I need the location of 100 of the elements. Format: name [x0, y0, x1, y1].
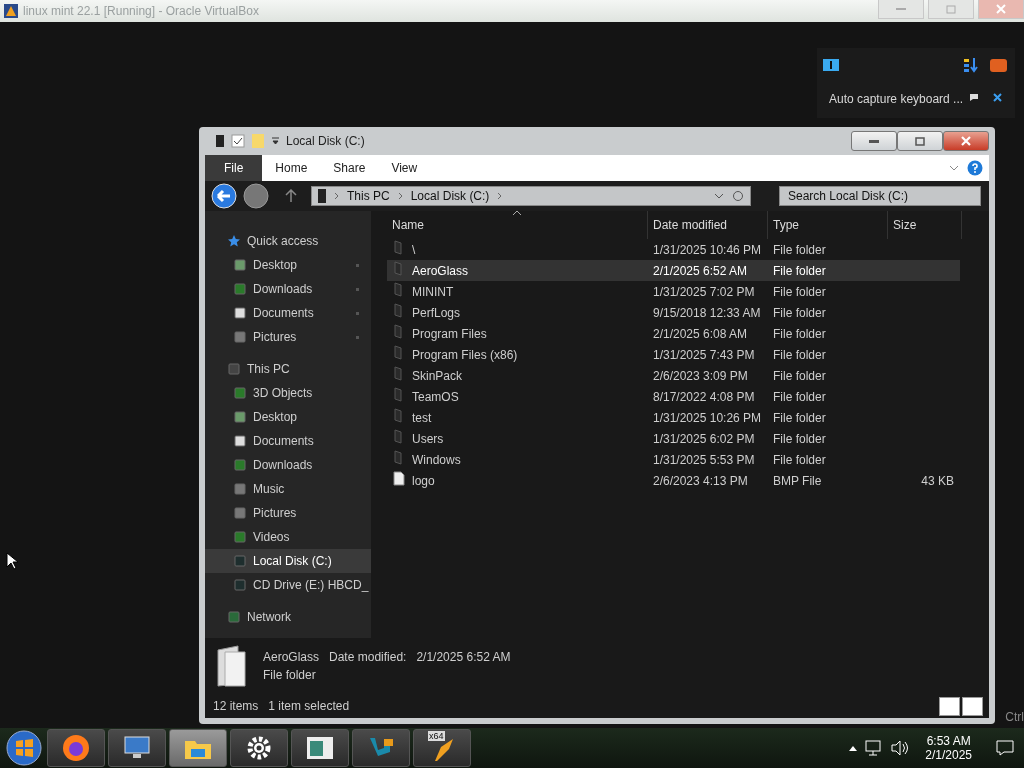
breadcrumb[interactable]: This PC [347, 189, 390, 203]
properties-icon[interactable] [231, 134, 245, 148]
file-row[interactable]: Program Files (x86) 1/31/2025 7:43 PM File folder [387, 344, 960, 365]
item-count: 12 items [213, 699, 259, 713]
breadcrumb[interactable]: Local Disk (C:) [410, 189, 490, 203]
back-button[interactable] [211, 183, 237, 209]
tray-arrow-icon[interactable] [849, 745, 858, 751]
column-header[interactable]: Name [387, 211, 648, 239]
chevron-icon[interactable] [334, 192, 339, 200]
taskbar-button[interactable] [291, 729, 349, 767]
date-cell-text: 2/1/2025 6:52 AM [652, 263, 749, 278]
date-cell-text: 9/15/2018 12:33 AM [652, 305, 762, 320]
maximize-button[interactable] [897, 131, 943, 151]
close-button[interactable] [943, 131, 989, 151]
taskbar-button[interactable] [108, 729, 166, 767]
chevron-icon[interactable] [497, 192, 503, 200]
document-icon [393, 471, 405, 486]
type-cell-text: File folder [772, 368, 827, 383]
nav-item[interactable]: Local Disk (C:) [205, 549, 371, 573]
column-header[interactable]: Size [888, 211, 962, 239]
taskbar-button[interactable] [352, 729, 410, 767]
nav-item[interactable]: Documents [205, 301, 371, 325]
up-arrow-icon[interactable] [285, 189, 297, 203]
nav-item[interactable]: Quick access [205, 229, 371, 253]
type-cell-text: File folder [772, 431, 827, 446]
notification-icon[interactable] [996, 740, 1014, 756]
file-row[interactable]: TeamOS 8/17/2022 4:08 PM File folder [387, 386, 960, 407]
nav-item[interactable]: Music [205, 477, 371, 501]
refresh-icon[interactable] [732, 190, 744, 202]
close-icon[interactable] [993, 93, 1002, 102]
preview-view-button[interactable] [962, 696, 983, 716]
file-row[interactable]: AeroGlass 2/1/2025 6:52 AM File folder [387, 260, 960, 281]
ribbon-tab[interactable]: Home [262, 155, 321, 181]
file-row[interactable]: PerfLogs 9/15/2018 12:33 AM File folder [387, 302, 960, 323]
taskbar-button[interactable] [230, 729, 288, 767]
file-name: logo [411, 473, 436, 488]
help-icon[interactable] [967, 160, 983, 176]
nav-item[interactable]: Desktop [205, 253, 371, 277]
nav-item[interactable]: Desktop [205, 405, 371, 429]
item-type: File folder [263, 668, 317, 682]
type-cell-text: File folder [772, 452, 827, 467]
clock-date[interactable]: 2/1/2025 [925, 748, 972, 762]
chevron-icon[interactable] [397, 192, 403, 200]
minimize-button[interactable] [851, 131, 897, 151]
type-cell-text: File folder [772, 326, 827, 341]
window-icon [305, 735, 335, 761]
date-cell-text: 1/31/2025 10:26 PM [652, 410, 763, 425]
dropdown-icon[interactable] [271, 137, 280, 145]
dropdown-icon[interactable] [714, 193, 724, 199]
file-menu[interactable]: File [205, 155, 263, 181]
file-name: Windows [411, 452, 462, 467]
sort-caret-icon [512, 210, 522, 216]
nav-item[interactable]: CD Drive (E:) HBCD_ [205, 573, 371, 597]
file-row[interactable]: logo 2/6/2023 4:13 PM BMP File 43 KB [387, 470, 960, 491]
ribbon-tab[interactable]: Share [320, 155, 379, 181]
window-title: linux mint 22.1 [Running] - Oracle VirtualBox [23, 4, 260, 18]
taskbar-button[interactable]: x64 [413, 729, 471, 767]
search-field[interactable]: Search Local Disk (C:) [779, 186, 981, 206]
start-button[interactable] [4, 728, 44, 768]
file-row[interactable]: Program Files 2/1/2025 6:08 AM File folder [387, 323, 960, 344]
file-name: \ [411, 242, 417, 257]
nav-item[interactable]: This PC [205, 357, 371, 381]
details-view-button[interactable] [939, 696, 960, 716]
file-row[interactable]: test 1/31/2025 10:26 PM File folder [387, 407, 960, 428]
type-cell-text: File folder [772, 347, 827, 362]
nav-item[interactable]: Pictures [205, 501, 371, 525]
nav-item[interactable]: Downloads [205, 277, 371, 301]
date-cell-text: 8/17/2022 4:08 PM [652, 389, 756, 404]
column-header[interactable]: Type [768, 211, 888, 239]
date-cell-text: 1/31/2025 10:46 PM [652, 242, 763, 257]
file-row[interactable]: \ 1/31/2025 10:46 PM File folder [387, 239, 960, 260]
file-name: MININT [411, 284, 455, 299]
volume-icon[interactable] [891, 740, 910, 756]
sort-icon[interactable] [963, 57, 979, 73]
nav-item[interactable]: Documents [205, 429, 371, 453]
forward-button[interactable] [243, 183, 269, 209]
ribbon-tab[interactable]: View [378, 155, 431, 181]
settings-icon [246, 735, 272, 761]
type-cell-text: File folder [772, 389, 827, 404]
file-name: Program Files (x86) [411, 347, 519, 362]
network-icon[interactable] [865, 740, 884, 756]
file-row[interactable]: MININT 1/31/2025 7:02 PM File folder [387, 281, 960, 302]
type-cell-text: File folder [772, 242, 827, 257]
nav-item[interactable]: Network [205, 605, 371, 629]
file-row[interactable]: Users 1/31/2025 6:02 PM File folder [387, 428, 960, 449]
file-row[interactable]: Windows 1/31/2025 5:53 PM File folder [387, 449, 960, 470]
file-name: AeroGlass [411, 263, 470, 278]
drive-icon [215, 134, 225, 148]
file-row[interactable]: SkinPack 2/6/2023 3:09 PM File folder [387, 365, 960, 386]
nav-item[interactable]: Pictures [205, 325, 371, 349]
column-header[interactable]: Date modified [648, 211, 768, 239]
nav-item[interactable]: Videos [205, 525, 371, 549]
clock-time[interactable]: 6:53 AM [926, 734, 971, 748]
address-bar[interactable]: This PC Local Disk (C:) [311, 186, 751, 206]
nav-item[interactable]: Downloads [205, 453, 371, 477]
type-cell-text: File folder [772, 410, 827, 425]
nav-item[interactable]: 3D Objects [205, 381, 371, 405]
chevron-icon[interactable] [949, 165, 959, 171]
minimize-icon [896, 8, 906, 10]
file-name: Users [411, 431, 445, 446]
